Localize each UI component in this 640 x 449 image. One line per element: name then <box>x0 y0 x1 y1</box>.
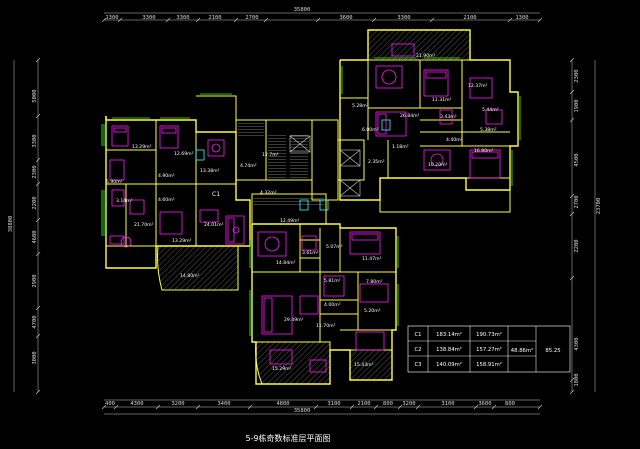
dim-top-seg: 3300 <box>142 15 155 21</box>
room-area-label: 21.70m² <box>134 222 154 228</box>
area-table-shared: 48.86m² <box>511 347 533 354</box>
room-area-label: 13.38m² <box>200 168 220 174</box>
dim-bottom-seg: 800 <box>383 401 393 407</box>
room-area-label: 5.44m² <box>482 107 499 113</box>
dim-left-seg: 4700 <box>32 315 38 328</box>
floor-plan-drawing: 35800 1300 3300 3300 2100 2700 3600 3300… <box>8 7 602 443</box>
room-area-label: 10.20m² <box>428 162 448 168</box>
room-area-label: 7.80m² <box>366 279 383 285</box>
dim-bottom-seg: 4300 <box>130 401 143 407</box>
dim-top-seg: 3300 <box>176 15 189 21</box>
dim-top-seg: 1300 <box>105 15 118 21</box>
room-area-label: 11.31m² <box>432 97 452 103</box>
room-area-label: 26.84m² <box>400 113 420 119</box>
room-area-label: 13.29m² <box>132 144 152 150</box>
room-area-label: 15.43m² <box>354 362 374 368</box>
dim-top-seg: 2100 <box>463 15 476 21</box>
room-area-label: 1.18m² <box>392 144 409 150</box>
dim-right-total: 23700 <box>596 198 602 215</box>
room-area-label: 5.28m² <box>352 103 369 109</box>
room-area-label: 3.14m² <box>116 198 133 204</box>
room-area-label: 11.47m² <box>362 256 382 262</box>
room-area-label: 12.7m² <box>262 152 279 158</box>
area-table-built: 158.91m² <box>476 361 502 368</box>
dim-left-total: 38800 <box>8 216 14 233</box>
dim-bottom-seg: 800 <box>505 401 515 407</box>
room-area-label: 4.74m² <box>240 163 257 169</box>
drawing-caption: 5-9栋奇数标准层平面图 <box>245 433 330 443</box>
dim-bottom-seg: 400 <box>105 401 115 407</box>
dim-bottom-seg: 2100 <box>357 401 370 407</box>
dim-right-seg: 4500 <box>574 153 580 166</box>
room-area-label: 12.69m² <box>174 151 194 157</box>
dim-left-seg: 3000 <box>32 351 38 364</box>
dim-right-seg: 2300 <box>574 69 580 82</box>
room-area-label: 3.61m² <box>302 250 319 256</box>
dim-left-seg: 3300 <box>32 134 38 147</box>
room-area-label: 5.07m² <box>326 244 343 250</box>
area-table-ratio: 85.25 <box>545 348 560 354</box>
area-table-built: 157.27m² <box>476 346 502 353</box>
room-area-label: 6.00m² <box>362 127 379 133</box>
dim-right-seg: 2200 <box>574 239 580 252</box>
room-area-label: 4.60m² <box>158 197 175 203</box>
room-area-label: 3.43m² <box>440 114 457 120</box>
room-area-label: C1 <box>212 191 220 198</box>
dim-right-seg: 4300 <box>574 337 580 350</box>
area-table-usable: 138.84m² <box>436 346 462 353</box>
dim-bottom-seg: 3600 <box>478 401 491 407</box>
room-area-label: 24.01m² <box>204 222 224 228</box>
furniture <box>109 43 503 373</box>
dim-top-seg: 3300 <box>397 15 410 21</box>
dim-top-seg: 1300 <box>515 15 528 21</box>
room-area-label: 13.29m² <box>172 238 192 244</box>
room-area-label: 11.70m² <box>316 323 336 329</box>
dim-top-seg: 3600 <box>339 15 352 21</box>
dim-bottom-seg: 3100 <box>441 401 454 407</box>
dim-top-total: 35800 <box>294 7 311 13</box>
area-table-unit: C3 <box>414 362 421 368</box>
dim-left-seg: 2200 <box>32 196 38 209</box>
room-area-label: 2.35m² <box>368 159 385 165</box>
area-table-built: 190.73m² <box>476 331 502 338</box>
room-area-label: 5.38m² <box>480 127 497 133</box>
area-table-usable: 183.14m² <box>436 331 462 338</box>
dim-right-seg: 1800 <box>574 373 580 386</box>
room-area-label: 4.00m² <box>324 302 341 308</box>
room-area-label: 4.40m² <box>446 137 463 143</box>
dim-left-seg: 5000 <box>32 89 38 102</box>
dim-left-seg: 4600 <box>32 230 38 243</box>
area-table: C1 183.14m² 190.73m² C2 138.84m² 157.27m… <box>407 325 571 373</box>
room-area-label: 14.84m² <box>276 260 296 266</box>
room-area-label: 5.81m² <box>324 278 341 284</box>
dim-bottom-seg: 3200 <box>171 401 184 407</box>
room-area-label: 16.80m² <box>474 148 494 154</box>
room-area-label: 5.90m² <box>106 179 123 185</box>
dim-left-seg: 2300 <box>32 165 38 178</box>
dim-top-seg: 2100 <box>208 15 221 21</box>
dim-bottom-seg: 3400 <box>217 401 230 407</box>
exterior-walls <box>105 29 519 385</box>
room-area-label: 12.49m² <box>280 218 300 224</box>
room-area-label: 4.90m² <box>158 173 175 179</box>
area-table-unit: C2 <box>414 347 421 353</box>
area-table-unit: C1 <box>414 332 421 338</box>
area-table-usable: 140.09m² <box>436 361 462 368</box>
dim-top-seg: 2700 <box>245 15 258 21</box>
room-area-label: 21.90m² <box>416 53 436 59</box>
room-area-label: 12.37m² <box>468 83 488 89</box>
room-area-label: 15.29m² <box>272 366 292 372</box>
dim-right-seg: 1900 <box>574 99 580 112</box>
dim-bottom-seg: 3200 <box>402 401 415 407</box>
room-area-label: 29.49m² <box>284 317 304 323</box>
room-area-label: 4.32m² <box>260 190 277 196</box>
dim-left-seg: 2900 <box>32 274 38 287</box>
dim-bottom-seg: 3100 <box>327 401 340 407</box>
balconies <box>157 29 471 385</box>
dim-bottom-total: 35800 <box>294 408 311 414</box>
dim-bottom-seg: 4800 <box>276 401 289 407</box>
room-area-label: 14.80m² <box>180 273 200 279</box>
room-area-label: 5.20m² <box>364 308 381 314</box>
dim-right-seg: 2700 <box>574 195 580 208</box>
